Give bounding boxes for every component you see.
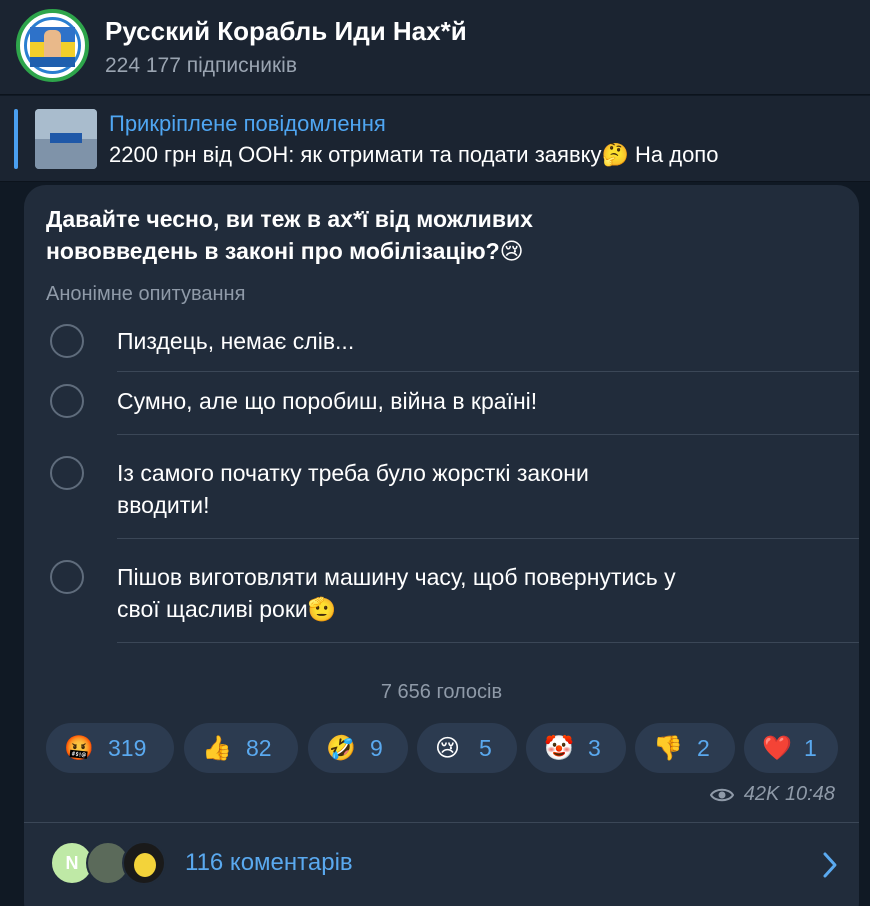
vote-count: 7 656 голосів (380, 681, 503, 703)
reaction-crying[interactable]: 😢 5 (417, 723, 517, 773)
reaction-clown[interactable]: 🤡 3 (526, 723, 626, 773)
chevron-right-icon[interactable] (820, 851, 840, 879)
reaction-count: 9 (370, 735, 383, 761)
thumbnail-label (50, 133, 82, 143)
angry-face-icon: 🤬 (64, 734, 94, 762)
pinned-message[interactable]: Прикріплене повідомлення 2200 грн від ОО… (0, 96, 870, 182)
eye-icon (709, 788, 734, 802)
poll-option[interactable]: Сумно, але що поробиш, війна в країні! (24, 372, 859, 435)
pinned-indicator-bar (14, 109, 18, 169)
pinned-text: 2200 грн від ООН: як отримати та подати … (109, 142, 719, 167)
thumbs-down-icon: 👎 (653, 734, 683, 762)
message-meta: 42K 10:48 (709, 783, 835, 806)
channel-header[interactable]: Русский Корабль Иди Нах*й 224 177 підпис… (0, 0, 870, 95)
reaction-count: 3 (588, 735, 601, 761)
message-bubble: Давайте чесно, ви теж в ах*ї від можливи… (24, 185, 859, 906)
reaction-count: 5 (479, 735, 492, 761)
poll-option-text: Пішов виготовляти машину часу, щоб повер… (117, 564, 676, 622)
poll-type: Анонімне опитування (46, 283, 246, 305)
message-time: 10:48 (784, 783, 835, 805)
pikachu-icon (134, 853, 156, 877)
view-count: 42K (743, 783, 780, 805)
rofl-face-icon: 🤣 (326, 734, 356, 762)
crying-face-icon: 😢 (435, 734, 461, 762)
comments-divider (24, 822, 859, 823)
pinned-title: Прикріплене повідомлення (109, 111, 386, 136)
commenter-avatar (122, 841, 166, 885)
radio-button[interactable] (50, 560, 84, 594)
thumbnail-bottom (35, 139, 97, 169)
poll-option-text: Із самого початку треба було жорсткі зак… (117, 460, 589, 518)
poll-option[interactable]: Із самого початку треба було жорсткі зак… (24, 435, 859, 539)
clown-face-icon: 🤡 (544, 734, 574, 762)
channel-avatar[interactable] (16, 9, 89, 82)
poll-option-text: Пиздець, немає слів... (117, 328, 355, 354)
poll-option-text: Сумно, але що поробиш, війна в країні! (117, 388, 538, 414)
radio-button[interactable] (50, 324, 84, 358)
channel-title: Русский Корабль Иди Нах*й (105, 16, 467, 46)
poll-question: Давайте чесно, ви теж в ах*ї від можливи… (46, 206, 533, 264)
reaction-thumbs-up[interactable]: 👍 82 (184, 723, 298, 773)
thumbs-up-icon: 👍 (202, 734, 232, 762)
avatar-band (30, 57, 75, 67)
poll-option[interactable]: Пиздець, немає слів... (24, 320, 859, 372)
radio-button[interactable] (50, 456, 84, 490)
reaction-rofl[interactable]: 🤣 9 (308, 723, 408, 773)
radio-button[interactable] (50, 384, 84, 418)
comments-link[interactable]: 116 коментарів (185, 849, 353, 877)
subscriber-count: 224 177 підписників (105, 54, 297, 77)
heart-icon: ❤️ (762, 734, 792, 762)
pinned-thumbnail (35, 109, 97, 169)
poll-option[interactable]: Пішов виготовляти машину часу, щоб повер… (24, 539, 859, 643)
reaction-thumbs-down[interactable]: 👎 2 (635, 723, 735, 773)
reaction-count: 319 (108, 735, 147, 761)
option-divider (117, 642, 859, 643)
reaction-count: 2 (697, 735, 710, 761)
reaction-count: 82 (246, 735, 272, 761)
reaction-heart[interactable]: ❤️ 1 (744, 723, 838, 773)
reaction-count: 1 (804, 735, 817, 761)
reaction-angry[interactable]: 🤬 319 (46, 723, 174, 773)
